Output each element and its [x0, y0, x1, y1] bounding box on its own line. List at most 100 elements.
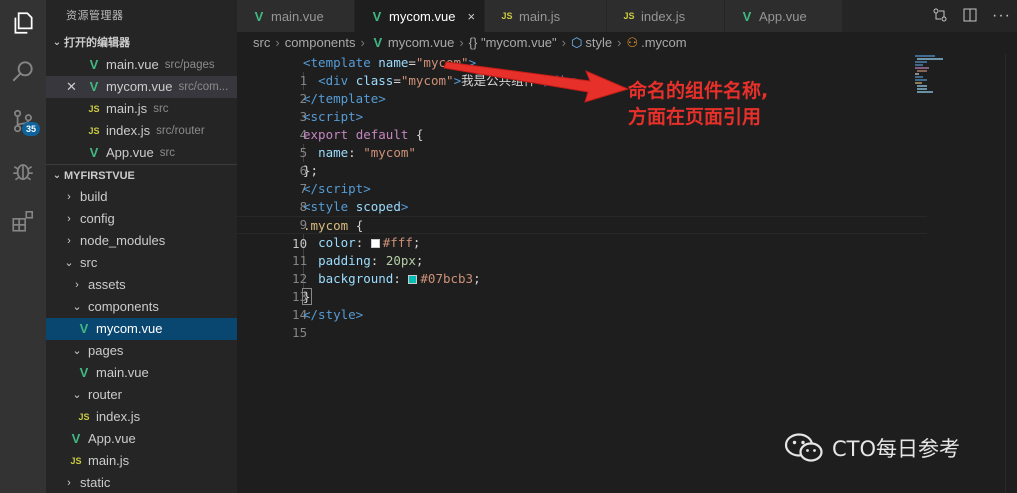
vue-file-icon: V — [373, 35, 383, 50]
tree-file[interactable]: JS index.js — [46, 406, 237, 428]
editor-actions: ··· — [932, 0, 1011, 32]
code-content: <script> — [303, 109, 364, 124]
current-code-line: 10 .mycom { — [237, 216, 927, 251]
tree-folder[interactable]: ⌄ router — [46, 384, 237, 406]
vertical-scrollbar[interactable] — [1005, 54, 1017, 493]
search-icon[interactable] — [8, 56, 38, 86]
js-file-icon: JS — [623, 11, 635, 21]
close-icon[interactable]: × — [467, 9, 475, 24]
vue-file-icon: V — [742, 8, 752, 24]
js-file-icon: JS — [88, 104, 100, 114]
vue-file-icon: V — [79, 365, 89, 380]
annotation-text: 命名的组件名称, 方面在页面引用 — [628, 80, 769, 128]
explorer-title: 资源管理器 — [66, 10, 124, 22]
js-file-icon: JS — [78, 412, 90, 422]
color-swatch[interactable] — [370, 239, 380, 248]
code-content: background: #07bcb3; — [318, 271, 481, 286]
chevron-down-icon: ⌄ — [72, 345, 82, 357]
tree-folder[interactable]: › config — [46, 208, 237, 230]
code-editor[interactable]: 1 <template name="mycom"> 2 <div class="… — [237, 54, 1017, 493]
code-line: 13 background: #07bcb3; — [237, 270, 927, 304]
code-line: 9 <style scoped> — [237, 198, 927, 232]
split-editor-icon[interactable] — [962, 7, 978, 26]
tree-folder[interactable]: › build — [46, 186, 237, 208]
chevron-right-icon: › — [67, 235, 71, 247]
close-icon[interactable]: ✕ — [66, 76, 77, 98]
js-file-icon: JS — [501, 11, 513, 21]
chevron-right-icon: › — [67, 477, 71, 489]
chevron-down-icon: ⌄ — [64, 257, 74, 269]
tree-file[interactable]: JS main.js — [46, 450, 237, 472]
open-editor-item[interactable]: JS index.js src/router — [46, 120, 237, 142]
chevron-right-icon: › — [360, 35, 365, 50]
code-line: 11 color: #fff; — [237, 234, 927, 268]
vue-file-icon: V — [89, 79, 99, 94]
wechat-icon — [784, 433, 823, 462]
extensions-icon[interactable] — [8, 206, 38, 236]
code-content: }; — [303, 163, 319, 178]
code-line: 7 }; — [237, 162, 927, 196]
code-line: 6 name: "mycom" — [237, 144, 927, 178]
minimap[interactable] — [913, 54, 1003, 94]
compare-changes-icon[interactable] — [932, 7, 948, 26]
vue-file-icon: V — [254, 8, 264, 24]
tree-folder[interactable]: ⌄ src — [46, 252, 237, 274]
tab-main-js[interactable]: JS main.js — [485, 0, 607, 32]
code-content: .mycom { — [303, 218, 364, 233]
chevron-down-icon: ⌄ — [72, 389, 82, 401]
tree-folder[interactable]: ⌄ components — [46, 296, 237, 318]
annotation-arrow — [443, 61, 630, 103]
tab-index-js[interactable]: JS index.js — [607, 0, 725, 32]
breadcrumb-src[interactable]: src — [253, 35, 270, 50]
open-editor-item[interactable]: V App.vue src — [46, 142, 237, 164]
chevron-right-icon: › — [67, 213, 71, 225]
code-content: } — [302, 288, 312, 305]
tree-file-selected[interactable]: V mycom.vue — [46, 318, 237, 340]
chevron-down-icon: ⌄ — [52, 169, 62, 181]
vue-file-icon: V — [89, 145, 99, 160]
chevron-down-icon: ⌄ — [72, 301, 82, 313]
more-actions-icon[interactable]: ··· — [992, 7, 1011, 25]
open-editor-item[interactable]: JS main.js src — [46, 98, 237, 120]
tree-file[interactable]: V App.vue — [46, 428, 237, 450]
code-line: 15 </style> — [237, 306, 927, 340]
tab-main-vue[interactable]: V main.vue — [237, 0, 355, 32]
activity-bar: 35 — [0, 0, 46, 493]
vue-file-icon: V — [372, 8, 382, 24]
code-line: 5 export default { — [237, 126, 927, 160]
breadcrumb-components[interactable]: components — [285, 35, 356, 50]
tree-folder[interactable]: › node_modules — [46, 230, 237, 252]
vue-file-icon: V — [79, 321, 89, 336]
code-line: 12 padding: 20px; — [237, 252, 927, 286]
tree-file[interactable]: V main.vue — [46, 362, 237, 384]
watermark-text: CTO每日参考 — [832, 437, 961, 461]
tree-folder[interactable]: › assets — [46, 274, 237, 296]
code-line: 14 } — [237, 288, 927, 322]
code-line: 8 </script> — [237, 180, 927, 214]
watermark: CTO每日参考 — [784, 432, 960, 464]
color-swatch[interactable] — [408, 275, 418, 284]
code-content: </template> — [303, 91, 386, 106]
chevron-down-icon: ⌄ — [52, 37, 62, 48]
project-header[interactable]: ⌄ MYFIRSTVUE — [46, 164, 237, 186]
line-number: 15 — [292, 325, 308, 340]
code-content: export default { — [303, 127, 424, 142]
tree-folder[interactable]: ⌄ pages — [46, 340, 237, 362]
explorer-sidebar: 资源管理器 ⌄ 打开的编辑器 V main.vue src/pages ✕ V … — [46, 0, 237, 493]
open-editor-item[interactable]: ✕ V mycom.vue src/com... — [46, 76, 237, 98]
files-icon[interactable] — [8, 8, 38, 38]
code-content: name: "mycom" — [318, 145, 416, 160]
code-content: </script> — [303, 181, 371, 196]
open-editor-item[interactable]: V main.vue src/pages — [46, 54, 237, 76]
editor-tabs: V main.vue V mycom.vue × JS main.js JS i… — [237, 0, 1017, 32]
tree-folder[interactable]: › static — [46, 472, 237, 493]
js-file-icon: JS — [70, 456, 82, 466]
tab-mycom-vue[interactable]: V mycom.vue × — [355, 0, 485, 32]
open-editors-header[interactable]: ⌄ 打开的编辑器 — [46, 32, 237, 54]
tab-app-vue[interactable]: V App.vue — [725, 0, 843, 32]
breadcrumb-selector[interactable]: .mycom — [641, 35, 687, 50]
chevron-right-icon: › — [75, 279, 79, 291]
vue-file-icon: V — [71, 431, 81, 446]
code-content: <style scoped> — [303, 199, 409, 214]
debug-icon[interactable] — [8, 156, 38, 186]
